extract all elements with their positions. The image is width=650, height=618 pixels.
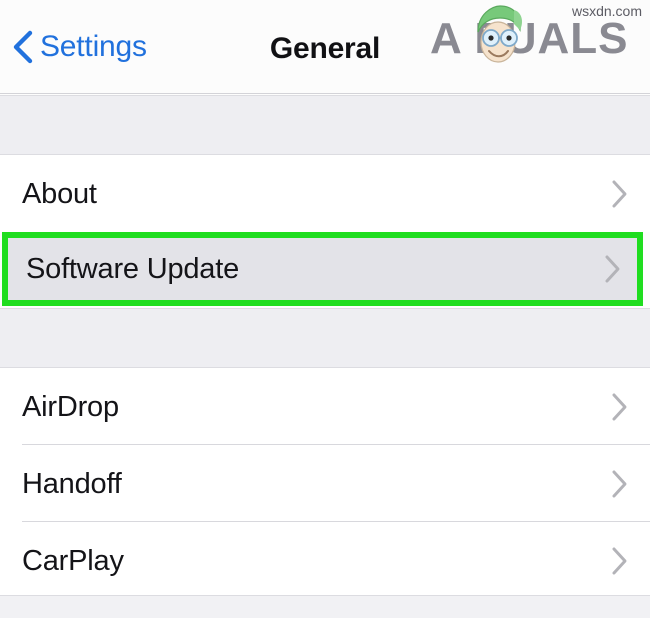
settings-group-connectivity: AirDrop Handoff CarPlay — [0, 368, 650, 599]
navigation-bar: Settings General A PUALS — [0, 0, 650, 94]
settings-row-label: Software Update — [26, 253, 240, 285]
software-update-highlight-box: Software Update — [2, 232, 643, 306]
mascot-face-icon — [477, 5, 522, 63]
chevron-left-icon — [13, 30, 33, 64]
settings-row-label: AirDrop — [22, 390, 119, 423]
appuals-wordmark: A PUALS — [430, 14, 629, 63]
section-gap-middle — [0, 308, 650, 368]
chevron-right-icon — [612, 180, 627, 207]
settings-row-label: Handoff — [22, 467, 122, 500]
settings-row-software-update[interactable]: Software Update — [8, 238, 637, 300]
section-gap-top — [0, 95, 650, 155]
back-button-label: Settings — [40, 30, 147, 63]
settings-general-screen: Settings General A PUALS About Software … — [0, 0, 650, 618]
appuals-watermark-logo: A PUALS — [430, 4, 648, 66]
chevron-right-icon — [612, 547, 627, 574]
settings-row-about[interactable]: About — [0, 155, 650, 232]
settings-row-label: CarPlay — [22, 544, 124, 577]
settings-group-about: About — [0, 155, 650, 232]
settings-row-handoff[interactable]: Handoff — [0, 445, 650, 522]
settings-row-carplay[interactable]: CarPlay — [0, 522, 650, 599]
settings-row-label: About — [22, 177, 97, 210]
back-to-settings-button[interactable]: Settings — [12, 30, 147, 64]
chevron-right-icon — [605, 255, 620, 283]
chevron-right-icon — [612, 393, 627, 420]
chevron-right-icon — [612, 470, 627, 497]
footer-strip — [0, 595, 650, 618]
settings-row-airdrop[interactable]: AirDrop — [0, 368, 650, 445]
